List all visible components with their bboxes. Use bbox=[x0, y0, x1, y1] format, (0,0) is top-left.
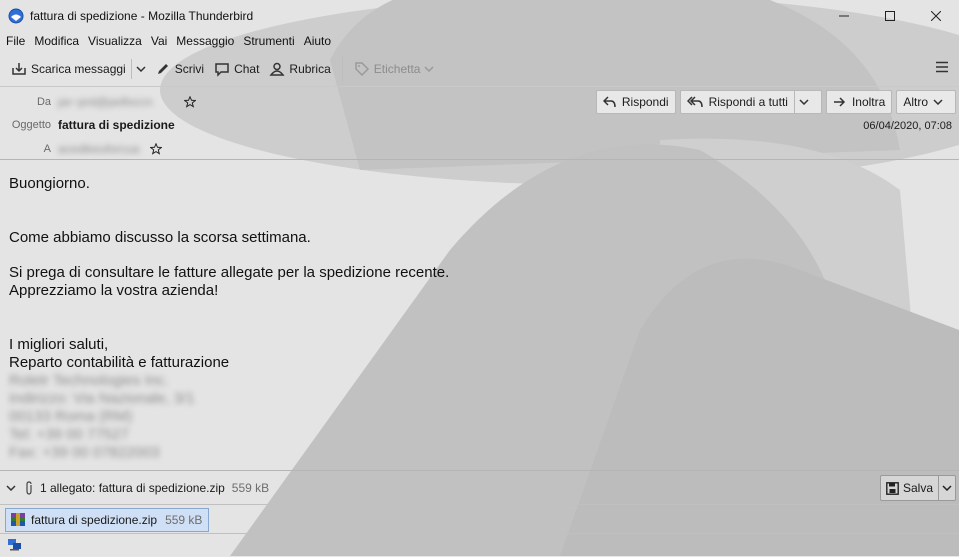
contact-person-icon bbox=[269, 62, 285, 76]
address-book-button[interactable]: Rubrica bbox=[264, 56, 335, 82]
title-bar: fattura di spedizione - Mozilla Thunderb… bbox=[0, 0, 959, 32]
attachment-file-name: fattura di spedizione.zip bbox=[31, 513, 158, 527]
save-split-button: Salva bbox=[879, 475, 956, 501]
reply-button[interactable]: Rispondi bbox=[595, 90, 676, 114]
menu-view[interactable]: Visualizza bbox=[88, 34, 142, 48]
tag-button[interactable]: Etichetta bbox=[349, 56, 444, 82]
attachment-summary-size: 559 kB bbox=[231, 480, 270, 495]
message-header: Da pe~prd@pelfoccn Oggetto fattura di sp… bbox=[0, 86, 959, 160]
forward-arrow-icon bbox=[833, 97, 846, 107]
attachment-summary: 1 allegato: fattura di spedizione.zip bbox=[40, 480, 225, 495]
maximize-button[interactable] bbox=[867, 0, 913, 32]
minimize-button[interactable] bbox=[821, 0, 867, 32]
status-bar bbox=[0, 533, 959, 557]
body-line: Si prega di consultare le fatture allega… bbox=[9, 264, 450, 281]
attachment-item[interactable]: fattura di spedizione.zip 559 kB bbox=[5, 508, 210, 532]
body-line: Buongiorno. bbox=[9, 175, 90, 192]
close-button[interactable] bbox=[913, 0, 959, 32]
chevron-down-icon bbox=[136, 66, 146, 72]
header-actions: Rispondi Rispondi a tutti Inoltra Altro bbox=[592, 90, 956, 114]
reply-label: Rispondi bbox=[621, 95, 669, 109]
hamburger-menu-icon[interactable] bbox=[935, 61, 949, 73]
minimize-icon bbox=[839, 15, 849, 17]
to-address[interactable]: acedikeuforcua bbox=[58, 142, 139, 156]
chevron-down-icon bbox=[424, 66, 435, 72]
chevron-down-icon bbox=[799, 99, 809, 105]
signature-line: Indirizzo: Via Nazionale, 3/1 bbox=[9, 390, 195, 407]
save-button[interactable]: Salva bbox=[881, 476, 938, 500]
tag-icon bbox=[355, 62, 369, 77]
subject-value: fattura di spedizione bbox=[58, 118, 175, 132]
star-icon[interactable] bbox=[184, 96, 196, 108]
star-icon[interactable] bbox=[150, 143, 162, 155]
write-label: Scrivi bbox=[174, 62, 205, 76]
download-tray-icon bbox=[12, 63, 26, 75]
chevron-down-icon bbox=[6, 484, 16, 491]
get-messages-dropdown[interactable] bbox=[130, 59, 150, 79]
menu-help[interactable]: Aiuto bbox=[304, 34, 331, 48]
body-line: Come abbiamo discusso la scorsa settiman… bbox=[9, 229, 311, 246]
signature-line: Roletr Technologies Inc. bbox=[9, 372, 169, 389]
chat-label: Chat bbox=[234, 62, 260, 76]
message-body: Buongiorno. Come abbiamo discusso la sco… bbox=[0, 159, 959, 469]
attachment-list: fattura di spedizione.zip 559 kB bbox=[0, 504, 959, 532]
save-label: Salva bbox=[902, 481, 933, 495]
from-label: Da bbox=[36, 96, 51, 108]
body-line: Apprezziamo la vostra azienda! bbox=[9, 282, 219, 299]
more-label: Altro bbox=[903, 95, 928, 109]
menu-edit[interactable]: Modifica bbox=[34, 34, 79, 48]
zip-archive-icon bbox=[11, 513, 25, 526]
attachment-file-size: 559 kB bbox=[165, 513, 203, 527]
window-title: fattura di spedizione - Mozilla Thunderb… bbox=[30, 9, 254, 23]
attachment-bar: 1 allegato: fattura di spedizione.zip 55… bbox=[0, 470, 959, 505]
reply-all-arrow-icon bbox=[686, 96, 703, 108]
subject-label: Oggetto bbox=[11, 119, 51, 131]
signature-line: Fax: +39 00 07822003 bbox=[9, 444, 160, 461]
chevron-down-icon bbox=[933, 99, 943, 105]
thunderbird-logo-icon bbox=[8, 8, 24, 24]
paperclip-icon bbox=[26, 480, 32, 495]
signature-line: 00133 Roma (RM) bbox=[9, 408, 133, 425]
main-toolbar: Scarica messaggi Scrivi Chat Rubrica Eti… bbox=[0, 53, 959, 85]
reply-all-label: Rispondi a tutti bbox=[708, 95, 788, 109]
network-status-icon[interactable] bbox=[7, 538, 22, 552]
get-messages-button[interactable]: Scarica messaggi bbox=[6, 56, 131, 82]
floppy-disk-icon bbox=[886, 481, 899, 495]
close-icon bbox=[931, 11, 941, 21]
maximize-icon bbox=[885, 11, 895, 21]
more-button[interactable]: Altro bbox=[896, 90, 956, 114]
reply-arrow-icon bbox=[602, 96, 616, 108]
toolbar-separator bbox=[341, 56, 343, 82]
pencil-icon bbox=[157, 64, 168, 74]
menu-go[interactable]: Vai bbox=[151, 34, 167, 48]
get-messages-label: Scarica messaggi bbox=[31, 62, 126, 76]
forward-button[interactable]: Inoltra bbox=[825, 90, 893, 114]
save-dropdown[interactable] bbox=[938, 476, 955, 500]
attachment-summary-toggle[interactable]: 1 allegato: fattura di spedizione.zip 55… bbox=[6, 481, 269, 495]
chat-button[interactable]: Chat bbox=[209, 56, 264, 82]
message-date: 06/04/2020, 07:08 bbox=[863, 120, 952, 132]
write-button[interactable]: Scrivi bbox=[150, 56, 209, 82]
address-book-label: Rubrica bbox=[289, 62, 331, 76]
menu-file[interactable]: File bbox=[6, 34, 25, 48]
menu-bar: File Modifica Visualizza Vai Messaggio S… bbox=[0, 32, 959, 50]
reply-all-button[interactable]: Rispondi a tutti bbox=[679, 90, 822, 114]
chevron-down-icon bbox=[942, 485, 952, 491]
menu-message[interactable]: Messaggio bbox=[176, 34, 234, 48]
chat-bubble-icon bbox=[215, 63, 229, 77]
tag-label: Etichetta bbox=[373, 62, 421, 76]
signature-line: Tel: +39 00 77527 bbox=[9, 426, 129, 443]
body-line: Reparto contabilità e fatturazione bbox=[9, 354, 230, 371]
from-address[interactable]: pe~prd@pelfoccn bbox=[58, 95, 153, 109]
reply-all-dropdown[interactable] bbox=[793, 91, 815, 113]
menu-tools[interactable]: Strumenti bbox=[243, 34, 294, 48]
to-label: A bbox=[43, 143, 51, 155]
body-line: I migliori saluti, bbox=[9, 336, 109, 353]
forward-label: Inoltra bbox=[851, 95, 886, 109]
